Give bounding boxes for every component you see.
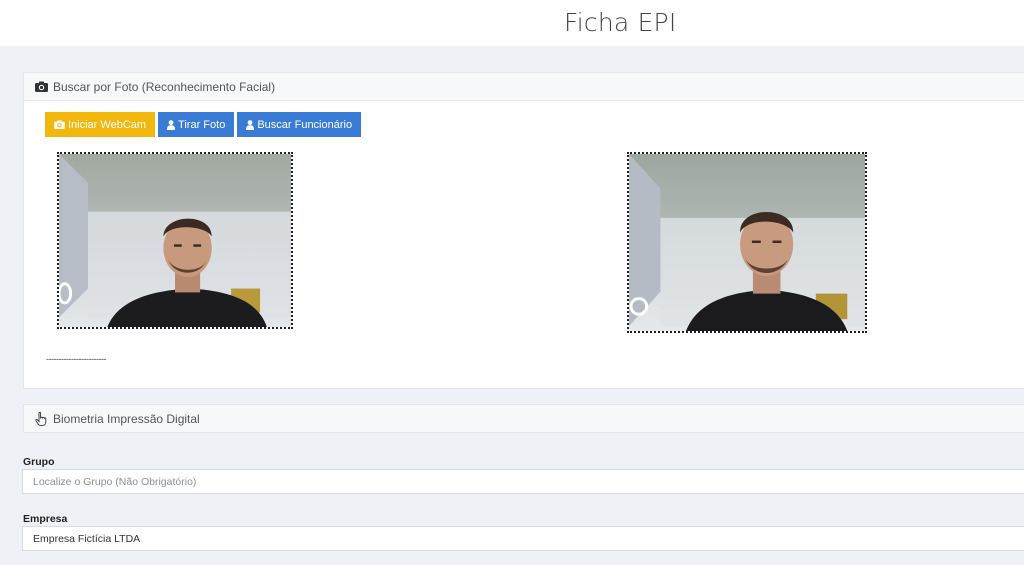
photo-panel-heading: Buscar por Foto (Reconhecimento Facial)	[24, 73, 1024, 101]
webcam-live-view	[57, 152, 293, 329]
biometric-panel-heading[interactable]: Biometria Impressão Digital	[24, 405, 1024, 432]
hand-pointer-icon	[35, 411, 49, 426]
grupo-label: Grupo	[23, 456, 55, 468]
user-icon	[167, 119, 176, 130]
biometric-panel-title: Biometria Impressão Digital	[53, 411, 200, 426]
grupo-placeholder: Localize o Grupo (Não Obrigatório)	[33, 475, 197, 488]
top-bar: Ficha EPI	[0, 0, 1024, 46]
page-title: Ficha EPI	[564, 8, 677, 37]
empresa-field[interactable]: Empresa Fictícia LTDA	[22, 526, 1024, 551]
start-webcam-button[interactable]: Iniciar WebCam	[45, 112, 156, 137]
grupo-field[interactable]: Localize o Grupo (Não Obrigatório)	[22, 469, 1024, 494]
photo-search-panel: Buscar por Foto (Reconhecimento Facial) …	[23, 72, 1024, 389]
recognition-result-text: ------------------------	[46, 354, 106, 364]
empresa-value: Empresa Fictícia LTDA	[33, 532, 141, 545]
photo-panel-title: Buscar por Foto (Reconhecimento Facial)	[53, 79, 276, 94]
empresa-label: Empresa	[23, 513, 68, 525]
camera-icon	[35, 80, 49, 94]
biometric-panel[interactable]: Biometria Impressão Digital	[23, 404, 1024, 433]
user-icon	[246, 119, 255, 130]
take-photo-label: Tirar Foto	[178, 118, 226, 131]
camera-icon	[54, 120, 65, 129]
search-employee-button[interactable]: Buscar Funcionário	[237, 112, 362, 137]
take-photo-button[interactable]: Tirar Foto	[158, 112, 235, 137]
photo-button-row: Iniciar WebCam Tirar Foto Buscar Funcion…	[45, 112, 362, 137]
start-webcam-label: Iniciar WebCam	[68, 118, 147, 131]
search-employee-label: Buscar Funcionário	[257, 118, 353, 131]
captured-photo	[627, 152, 867, 333]
